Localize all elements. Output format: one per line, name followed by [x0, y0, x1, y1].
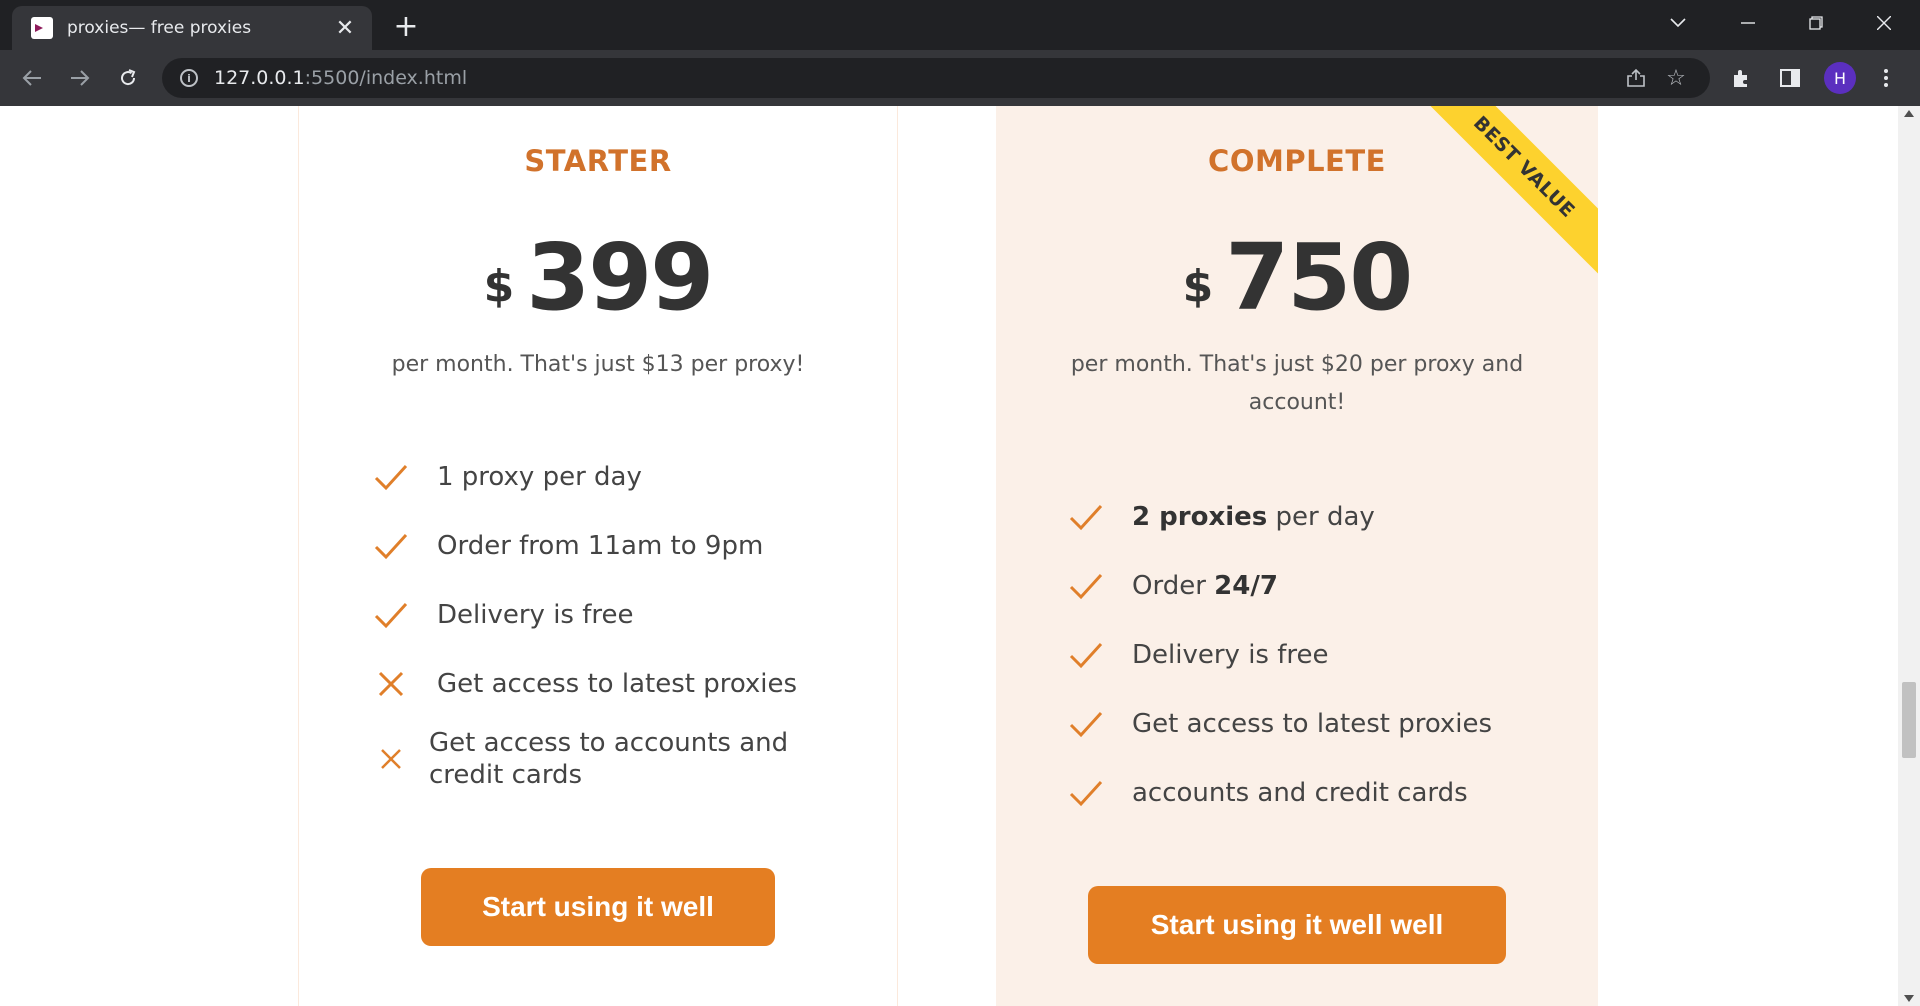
price-currency: $ [483, 261, 515, 312]
cross-icon [373, 666, 409, 702]
price-amount: 750 [1225, 224, 1413, 331]
price-amount: 399 [526, 224, 714, 331]
feature-text: Get access to accounts and credit cards [429, 728, 789, 790]
check-icon [1068, 499, 1104, 535]
feature-text: Get access to latest proxies [1132, 708, 1493, 739]
feature-text: 2 proxies per day [1132, 501, 1375, 532]
feature-text: 1 proxy per day [437, 461, 642, 492]
new-tab-button[interactable]: + [390, 9, 422, 44]
feature-item: Delivery is free [1068, 620, 1548, 689]
feature-item: Get access to latest proxies [373, 649, 853, 718]
reload-icon[interactable] [112, 62, 144, 94]
feature-text: Delivery is free [1132, 639, 1329, 670]
plan-price: $750 [996, 224, 1598, 331]
feature-list: 2 proxies per day Order 24/7 Delivery is… [1068, 482, 1548, 827]
extensions-icon[interactable] [1726, 62, 1758, 94]
cross-icon [373, 741, 409, 777]
browser-toolbar: i 127.0.0.1:5500/index.html ☆ [0, 50, 1920, 106]
feature-text: Delivery is free [437, 599, 634, 630]
plan-name: COMPLETE [1208, 144, 1386, 178]
menu-icon[interactable] [1870, 62, 1902, 94]
check-icon [1068, 775, 1104, 811]
check-icon [1068, 706, 1104, 742]
plan-description: per month. That's just $20 per proxy and… [1070, 352, 1524, 415]
plan-card-starter: STARTER $399 per month. That's just $13 … [298, 106, 898, 1006]
close-tab-icon[interactable]: ✕ [330, 13, 360, 43]
feature-text: Order 24/7 [1132, 570, 1278, 601]
minimize-icon[interactable] [1728, 6, 1768, 40]
check-icon [1068, 568, 1104, 604]
restore-icon[interactable] [1796, 6, 1836, 40]
start-button-starter[interactable]: Start using it well [421, 868, 775, 946]
bookmark-star-icon[interactable]: ☆ [1658, 58, 1694, 98]
check-icon [373, 528, 409, 564]
browser-tab-bar: proxies— free proxies ✕ + [0, 0, 1920, 50]
start-button-complete[interactable]: Start using it well well [1088, 886, 1506, 964]
feature-text: Order from 11am to 9pm [437, 530, 764, 561]
feature-list: 1 proxy per day Order from 11am to 9pm D… [373, 442, 853, 800]
feature-item: Get access to latest proxies [1068, 689, 1548, 758]
page-scrollbar[interactable] [1898, 106, 1920, 1006]
tab-title: proxies— free proxies [67, 18, 252, 38]
check-icon [1068, 637, 1104, 673]
page-viewport: STARTER $399 per month. That's just $13 … [0, 106, 1920, 1006]
feature-text: accounts and credit cards [1132, 777, 1468, 808]
address-bar[interactable]: i 127.0.0.1:5500/index.html ☆ [162, 58, 1710, 98]
side-panel-icon[interactable] [1774, 62, 1806, 94]
feature-item: accounts and credit cards [1068, 758, 1548, 827]
plan-name: STARTER [524, 144, 672, 178]
feature-item: Order from 11am to 9pm [373, 511, 853, 580]
price-currency: $ [1182, 261, 1214, 312]
plan-description: per month. That's just $13 per proxy! [391, 352, 805, 377]
plan-card-complete: BEST VALUE COMPLETE $750 per month. That… [996, 106, 1598, 1006]
tab-search-icon[interactable] [1658, 6, 1698, 40]
feature-item: Order 24/7 [1068, 551, 1548, 620]
feature-item: 1 proxy per day [373, 442, 853, 511]
check-icon [373, 459, 409, 495]
url-text: 127.0.0.1:5500/index.html [214, 67, 468, 89]
feature-item: Get access to accounts and credit cards [373, 718, 853, 800]
profile-avatar[interactable]: H [1824, 62, 1856, 94]
share-icon[interactable] [1618, 58, 1654, 98]
feature-item: Delivery is free [373, 580, 853, 649]
plan-price: $399 [299, 224, 897, 331]
feature-text: Get access to latest proxies [437, 668, 798, 699]
back-icon[interactable] [16, 62, 48, 94]
feature-item: 2 proxies per day [1068, 482, 1548, 551]
scrollbar-thumb[interactable] [1902, 682, 1916, 758]
favicon-icon [31, 17, 53, 39]
check-icon [373, 597, 409, 633]
scroll-up-arrow-icon[interactable] [1904, 110, 1914, 117]
scroll-down-arrow-icon[interactable] [1904, 995, 1914, 1002]
browser-tab[interactable]: proxies— free proxies ✕ [12, 6, 372, 50]
forward-icon[interactable] [64, 62, 96, 94]
close-window-icon[interactable] [1864, 6, 1904, 40]
site-info-icon[interactable]: i [180, 69, 198, 87]
